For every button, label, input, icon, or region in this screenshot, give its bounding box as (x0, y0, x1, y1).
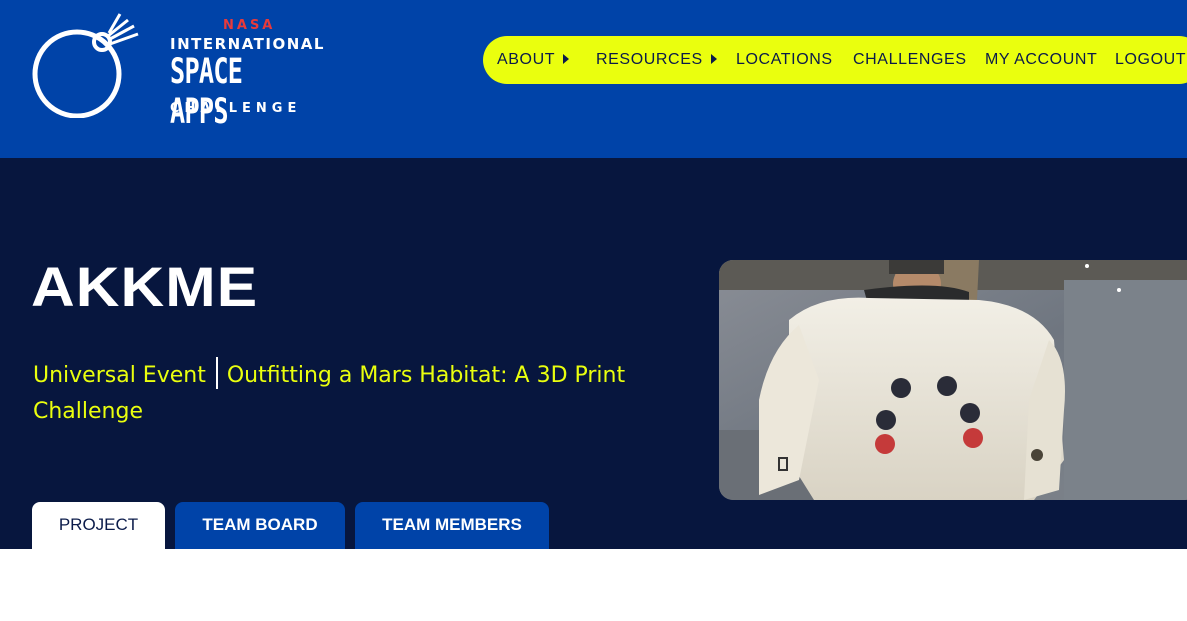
caret-right-icon (710, 53, 717, 64)
separator (215, 357, 218, 389)
project-meta: Universal Event Outfitting a Mars Habitat… (33, 357, 673, 430)
tab-project[interactable]: PROJECT (32, 502, 165, 549)
space-apps-logo[interactable]: NASA INTERNATIONAL SPACE APPS CHALLENGE (30, 8, 323, 132)
nav-my-account[interactable]: MY ACCOUNT (985, 36, 1097, 84)
nav-about-label: ABOUT (497, 51, 556, 68)
project-image (719, 260, 1187, 500)
tab-team-board[interactable]: TEAM BOARD (175, 502, 345, 549)
event-link[interactable]: Universal Event (33, 363, 206, 388)
tab-team-members[interactable]: TEAM MEMBERS (355, 502, 549, 549)
site-header: NASA INTERNATIONAL SPACE APPS CHALLENGE … (0, 0, 1187, 158)
nav-locations[interactable]: LOCATIONS (736, 36, 833, 84)
nav-resources[interactable]: RESOURCES (596, 36, 717, 84)
nav-resources-label: RESOURCES (596, 51, 703, 68)
logo-nasa-text: NASA (223, 18, 276, 33)
nav-about[interactable]: ABOUT (497, 36, 570, 84)
main-nav: ABOUT RESOURCES LOCATIONS CHALLENGES MY … (483, 36, 1187, 84)
nav-logout[interactable]: LOGOUT (1115, 36, 1186, 84)
project-title: AKKME (31, 255, 259, 318)
nav-challenges[interactable]: CHALLENGES (853, 36, 967, 84)
logo-international-text: INTERNATIONAL (170, 35, 325, 53)
logo-challenge-text: CHALLENGE (170, 101, 302, 116)
logo-space-apps-text: SPACE APPS (170, 52, 243, 132)
caret-right-icon (563, 53, 570, 64)
satellite-logo-icon (32, 13, 139, 118)
